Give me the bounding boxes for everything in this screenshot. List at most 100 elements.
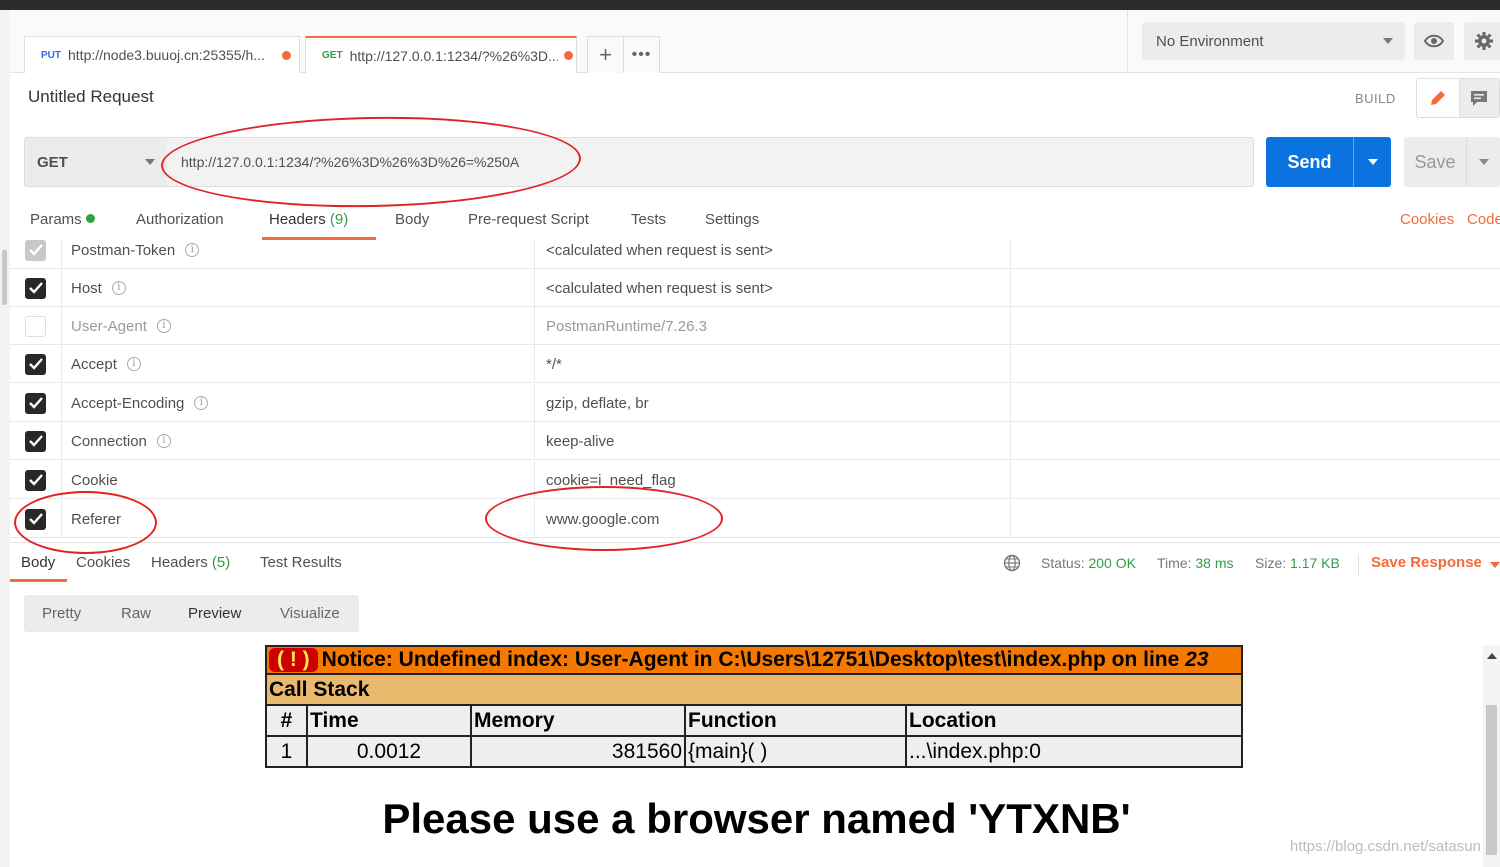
header-value-text: gzip, deflate, br: [546, 394, 649, 412]
header-value[interactable]: <calculated when request is sent>: [536, 240, 1011, 269]
build-mode-label: BUILD: [1355, 91, 1396, 106]
request-title[interactable]: Untitled Request: [28, 87, 154, 107]
header-enabled-checkbox[interactable]: [25, 315, 46, 337]
tab-prerequest-script[interactable]: Pre-request Script: [468, 211, 589, 228]
save-options-button[interactable]: [1466, 137, 1500, 187]
response-tab-cookies[interactable]: Cookies: [76, 554, 130, 571]
header-enabled-checkbox[interactable]: [25, 430, 46, 452]
gear-icon: [1475, 32, 1493, 50]
header-value[interactable]: */*: [536, 345, 1011, 383]
build-mode-toggle: [1416, 78, 1500, 118]
response-message: Please use a browser named 'YTXNB': [382, 795, 1131, 842]
header-checkbox-cell: [10, 240, 62, 269]
preview-scrollbar[interactable]: [1483, 645, 1500, 867]
tab-settings[interactable]: Settings: [705, 211, 759, 228]
edit-mode-button[interactable]: [1417, 79, 1460, 117]
scrollbar-thumb[interactable]: [1486, 705, 1497, 855]
response-preview: ( ! ) Notice: Undefined index: User-Agent…: [10, 645, 1483, 867]
header-enabled-checkbox[interactable]: [25, 469, 46, 491]
checkmark-icon: [28, 397, 43, 409]
environment-selected-label: No Environment: [1156, 32, 1264, 50]
callstack-title: Call Stack: [265, 673, 1243, 706]
send-options-button[interactable]: [1353, 137, 1391, 187]
header-key[interactable]: Host i: [71, 269, 535, 307]
tab-headers[interactable]: Headers (9): [269, 211, 348, 228]
checkmark-icon: [28, 474, 43, 486]
active-dot-icon: [85, 214, 95, 223]
header-value-text: <calculated when request is sent>: [546, 241, 773, 259]
tab-url-label: http://127.0.0.1:1234/?%26%3D...: [349, 47, 558, 64]
environment-select[interactable]: No Environment: [1142, 22, 1405, 60]
table-row: Host i <calculated when request is sent>: [10, 269, 1500, 307]
table-row: # Time Memory Function Location: [265, 704, 1243, 737]
tab-params[interactable]: Params: [30, 211, 95, 228]
header-key[interactable]: User-Agent i: [71, 307, 535, 345]
view-tab-visualize[interactable]: Visualize: [280, 605, 340, 622]
header-key[interactable]: Accept i: [71, 345, 535, 383]
header-key[interactable]: Connection i: [71, 422, 535, 460]
chevron-down-icon: [1478, 159, 1489, 165]
tab-tests[interactable]: Tests: [631, 211, 666, 228]
header-enabled-checkbox[interactable]: [25, 240, 46, 261]
info-icon: i: [126, 357, 141, 371]
environment-quick-look-button[interactable]: [1414, 22, 1454, 60]
more-tabs-button[interactable]: •••: [623, 36, 660, 73]
column-header: Location: [905, 704, 1243, 737]
tab-headers-label: Headers: [269, 211, 326, 228]
view-tab-preview[interactable]: Preview: [188, 605, 241, 622]
globe-icon[interactable]: [1003, 554, 1021, 575]
chevron-down-icon[interactable]: [1490, 562, 1500, 568]
header-value[interactable]: <calculated when request is sent>: [536, 269, 1011, 307]
scroll-up-icon[interactable]: [1487, 653, 1497, 659]
save-button[interactable]: Save: [1404, 137, 1466, 187]
response-tab-body[interactable]: Body: [21, 554, 55, 571]
table-row: User-Agent i PostmanRuntime/7.26.3: [10, 307, 1500, 345]
active-tab-indicator: [10, 579, 67, 582]
response-tab-test-results[interactable]: Test Results: [260, 554, 342, 571]
response-view-tabs: Pretty Raw Preview Visualize: [24, 595, 359, 632]
cell-memory: 381560: [470, 735, 686, 768]
new-tab-button[interactable]: +: [587, 36, 624, 73]
header-key[interactable]: Cookie: [71, 461, 535, 499]
code-link[interactable]: Code: [1467, 211, 1500, 228]
time-label: Time:: [1157, 555, 1192, 571]
info-icon: i: [156, 319, 171, 333]
save-response-button[interactable]: Save Response: [1358, 554, 1482, 576]
tab-authorization[interactable]: Authorization: [136, 211, 224, 228]
header-key-text: User-Agent: [71, 317, 147, 335]
unsaved-dot-icon: [282, 50, 291, 60]
headers-table: Postman-Token i <calculated when request …: [10, 240, 1500, 540]
header-enabled-checkbox[interactable]: [25, 353, 46, 375]
header-key[interactable]: Accept-Encoding i: [71, 384, 535, 422]
settings-button[interactable]: [1464, 22, 1500, 60]
request-tab-put[interactable]: PUT http://node3.buuoj.cn:25355/h...: [24, 36, 300, 73]
response-headers-count: (5): [211, 554, 231, 571]
annotation-oval-referer-key: [14, 491, 157, 554]
cookies-link[interactable]: Cookies: [1400, 211, 1454, 228]
header-key[interactable]: Postman-Token i: [71, 240, 535, 269]
send-button[interactable]: Send: [1266, 137, 1353, 187]
response-tab-headers-label: Headers: [151, 554, 208, 571]
view-tab-raw[interactable]: Raw: [121, 605, 151, 622]
http-method-select[interactable]: GET: [24, 137, 168, 187]
header-checkbox-cell: [10, 422, 62, 460]
unsaved-dot-icon: [563, 51, 573, 60]
tab-body[interactable]: Body: [395, 211, 429, 228]
left-scrollbar[interactable]: [2, 250, 7, 305]
view-tab-pretty[interactable]: Pretty: [42, 605, 81, 622]
comments-button[interactable]: [1459, 79, 1499, 117]
checkmark-icon: [28, 244, 43, 256]
eye-icon: [1424, 34, 1444, 48]
request-tab-get[interactable]: GET http://127.0.0.1:1234/?%26%3D...: [305, 36, 577, 73]
tab-method-badge: PUT: [41, 49, 61, 61]
response-size: Size: 1.17 KB: [1255, 555, 1340, 571]
header-enabled-checkbox[interactable]: [25, 392, 46, 414]
tab-url-label: http://node3.buuoj.cn:25355/h...: [68, 47, 265, 63]
header-value[interactable]: gzip, deflate, br: [536, 384, 1011, 422]
size-value: 1.17 KB: [1290, 555, 1340, 571]
header-enabled-checkbox[interactable]: [25, 277, 46, 299]
header-value[interactable]: keep-alive: [536, 422, 1011, 460]
response-tab-headers[interactable]: Headers (5): [151, 554, 230, 571]
header-value[interactable]: PostmanRuntime/7.26.3: [536, 307, 1011, 345]
time-value: 38 ms: [1195, 555, 1234, 571]
